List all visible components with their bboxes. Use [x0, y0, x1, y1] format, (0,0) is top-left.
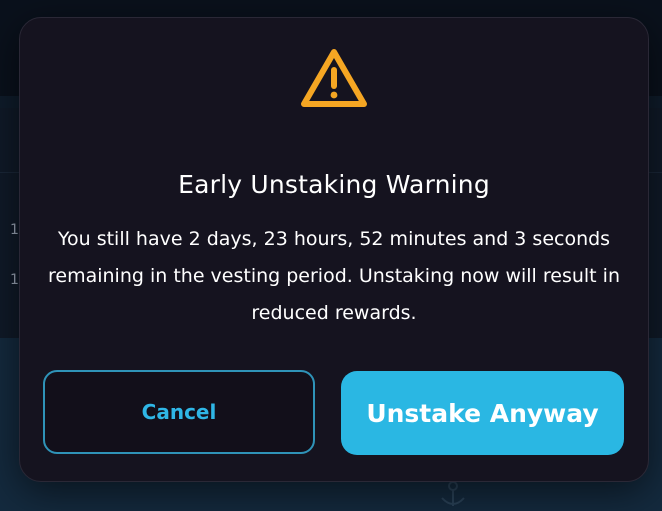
- background-row-text: 1: [10, 222, 19, 238]
- background-row-text: 1: [10, 272, 19, 288]
- background-anchor-icon: [441, 481, 465, 506]
- cancel-button[interactable]: Cancel: [43, 370, 315, 454]
- early-unstaking-dialog: Early Unstaking Warning You still have 2…: [19, 17, 649, 482]
- warning-triangle-icon: [301, 49, 367, 107]
- dialog-message: You still have 2 days, 23 hours, 52 minu…: [47, 228, 620, 324]
- dialog-title: Early Unstaking Warning: [178, 170, 490, 199]
- unstake-anyway-button[interactable]: Unstake Anyway: [341, 371, 624, 455]
